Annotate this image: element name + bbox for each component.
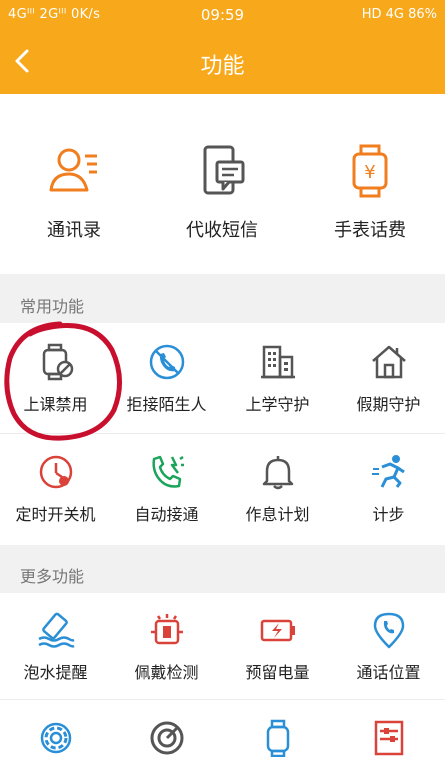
item-label: 上学守护: [245, 395, 310, 414]
status-bar: 4Gᴵᴵᴵ 2Gᴵᴵᴵ 0K/s 09:59 HD 4G 86%: [0, 0, 445, 30]
holiday-guard-icon: [333, 343, 444, 381]
wear-detect-icon: [111, 611, 222, 649]
contacts-icon: [0, 144, 148, 198]
item-school-guard[interactable]: 上学守护: [222, 343, 333, 415]
equalizer-icon: [333, 719, 444, 757]
annotation-circle: [4, 321, 122, 441]
item-battery-reserve[interactable]: 预留电量: [222, 611, 333, 683]
item-label: 通话位置: [356, 663, 421, 682]
feature-contacts[interactable]: 通讯录: [0, 144, 148, 242]
item-label: 计步: [372, 505, 405, 524]
top-feature-panel: 通讯录 代收短信 ¥ 手表话费: [0, 94, 445, 274]
feature-watch-fee[interactable]: ¥ 手表话费: [296, 144, 444, 242]
item-auto-answer[interactable]: 自动接通: [111, 453, 222, 525]
water-alert-icon: [0, 611, 111, 649]
schedule-bell-icon: [222, 453, 333, 491]
section-title-more: 更多功能: [20, 567, 85, 586]
timer-power-icon: [0, 453, 111, 491]
item-radar[interactable]: [111, 719, 222, 757]
school-guard-icon: [222, 343, 333, 381]
svg-text:¥: ¥: [364, 162, 375, 183]
item-schedule[interactable]: 作息计划: [222, 453, 333, 525]
pedometer-icon: [333, 453, 444, 491]
feature-sms[interactable]: 代收短信: [148, 144, 296, 242]
item-label: 作息计划: [245, 505, 310, 524]
feature-label: 手表话费: [334, 220, 406, 241]
item-label: 定时开关机: [15, 505, 96, 524]
item-holiday-guard[interactable]: 假期守护: [333, 343, 444, 415]
battery-reserve-icon: [222, 611, 333, 649]
auto-answer-icon: [111, 453, 222, 491]
item-settings[interactable]: [0, 719, 111, 757]
item-call-location[interactable]: 通话位置: [333, 611, 444, 683]
item-label: 预留电量: [245, 663, 310, 682]
feature-label: 代收短信: [186, 220, 258, 241]
section-title-common: 常用功能: [20, 297, 85, 316]
grid-divider: [0, 699, 445, 700]
item-pedometer[interactable]: 计步: [333, 453, 444, 525]
sms-icon: [148, 144, 296, 198]
item-wear-detect[interactable]: 佩戴检测: [111, 611, 222, 683]
feature-label: 通讯录: [47, 220, 101, 241]
radar-icon: [111, 719, 222, 757]
item-label: 佩戴检测: [134, 663, 199, 682]
item-label: 自动接通: [134, 505, 199, 524]
settings-icon: [0, 719, 111, 757]
more-functions-grid: 泡水提醒 佩戴检测 预留电量 通话位置: [0, 593, 445, 759]
app-header: 功能: [0, 30, 445, 94]
item-label: 泡水提醒: [23, 663, 88, 682]
watch-fee-icon: ¥: [296, 144, 444, 198]
item-label: 假期守护: [356, 395, 421, 414]
item-timer-power[interactable]: 定时开关机: [0, 453, 111, 525]
call-location-icon: [333, 611, 444, 649]
status-battery: HD 4G 86%: [361, 7, 437, 22]
watch-icon: [222, 719, 333, 757]
page-title: 功能: [200, 54, 245, 79]
item-watch[interactable]: [222, 719, 333, 757]
item-water-alert[interactable]: 泡水提醒: [0, 611, 111, 683]
item-equalizer[interactable]: [333, 719, 444, 757]
